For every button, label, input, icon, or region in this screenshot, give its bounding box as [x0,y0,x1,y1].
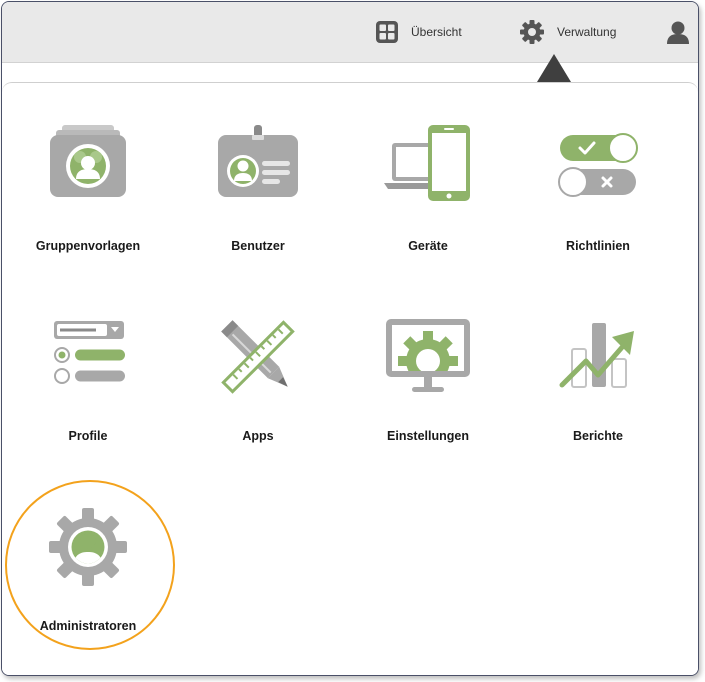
nav-overview[interactable]: Übersicht [375,2,462,62]
user-menu[interactable] [665,2,691,62]
tile-apps[interactable]: Apps [183,309,333,443]
pencil-ruler-icon [210,309,306,405]
group-template-icon [40,119,136,215]
monitor-gear-icon [380,309,476,405]
tile-group-templates[interactable]: Gruppenvorlagen [13,119,163,253]
chart-arrow-icon [550,309,646,405]
top-navigation-bar: Übersicht Verwaltung [2,2,698,82]
devices-icon [380,119,476,215]
tile-label: Administratoren [39,619,137,633]
tile-label: Benutzer [231,239,285,253]
tile-policies[interactable]: Richtlinien [523,119,673,253]
tile-devices[interactable]: Geräte [353,119,503,253]
app-window: Übersicht Verwaltung Gruppenvorlagen Ben… [1,1,699,676]
admin-gear-icon [40,499,136,595]
nav-administration[interactable]: Verwaltung [519,2,616,62]
tile-profiles[interactable]: Profile [13,309,163,443]
tile-label: Einstellungen [387,429,469,443]
administration-panel: Gruppenvorlagen Benutzer Geräte Richtlin… [2,82,698,675]
profile-list-icon [40,309,136,405]
nav-administration-label: Verwaltung [557,25,617,39]
tile-label: Richtlinien [566,239,630,253]
tile-reports[interactable]: Berichte [523,309,673,443]
tile-administrators[interactable]: Administratoren [13,499,163,633]
badge-icon [210,119,306,215]
tile-label: Geräte [408,239,448,253]
tile-settings[interactable]: Einstellungen [353,309,503,443]
active-nav-pointer [537,54,571,82]
tile-label: Berichte [572,429,624,443]
tile-label: Gruppenvorlagen [35,239,141,253]
gear-icon [519,19,545,45]
tile-label: Apps [242,429,274,443]
nav-overview-label: Übersicht [411,25,462,39]
tile-users[interactable]: Benutzer [183,119,333,253]
toggles-icon [550,119,646,215]
grid-icon [375,20,399,44]
tile-label: Profile [68,429,108,443]
user-icon [665,19,691,45]
